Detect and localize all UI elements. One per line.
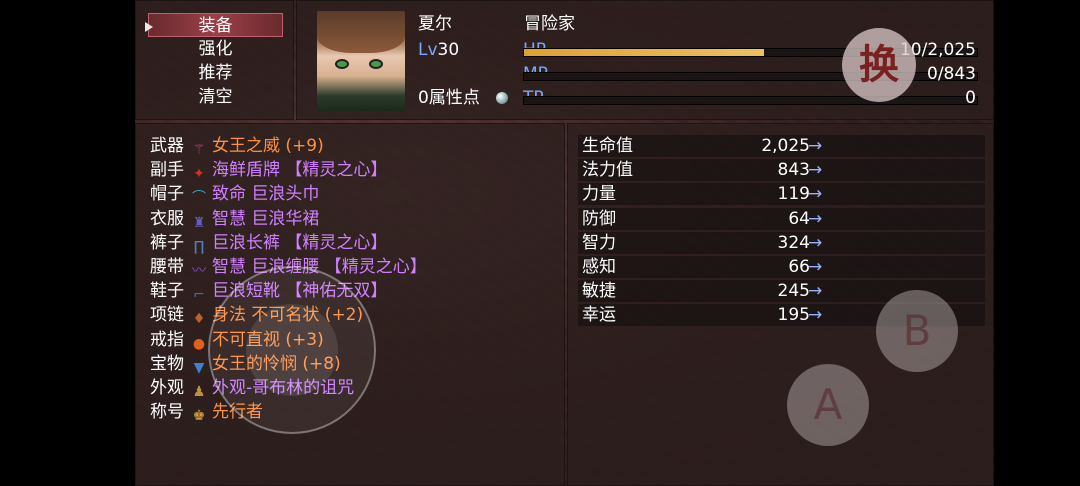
command-enhance[interactable]: 强化 [148, 37, 283, 61]
equip-slot-label: 腰带 [150, 257, 184, 277]
tp-value: 0 [965, 88, 976, 108]
command-equip[interactable]: 装备 [145, 13, 283, 37]
clothes-icon: ♜ [192, 214, 206, 231]
stat-arrow-icon: → [808, 136, 823, 156]
command-label: 装备 [198, 16, 233, 36]
stat-arrow-icon: → [808, 208, 823, 229]
costume-icon: ♟ [192, 384, 206, 400]
equip-slot-label: 副手 [150, 160, 184, 181]
stat-value: 324 [777, 232, 810, 253]
equip-slot-label: 项链 [150, 305, 184, 326]
equip-item-name: 女王之威 (+9) [212, 136, 324, 156]
stat-name: 生命值 [582, 136, 633, 156]
stat-value: 843 [777, 160, 810, 181]
stat-value: 195 [777, 305, 810, 326]
equip-slot-label: 鞋子 [150, 281, 184, 302]
mp-value: 0/843 [927, 64, 976, 84]
equipment-row[interactable]: 衣服 ♜ 智慧 巨浪华裙 [150, 207, 319, 231]
virtual-joystick[interactable] [208, 266, 376, 434]
actor-class: 冒险家 [524, 14, 575, 34]
stat-row: 感知 66 → [578, 256, 985, 278]
command-clear[interactable]: 清空 [148, 85, 283, 109]
hat-icon: ⌒ [192, 190, 206, 207]
stat-value: 64 [788, 208, 810, 229]
tp-gauge [523, 96, 978, 105]
equipment-row[interactable]: 帽子 ⌒ 致命 巨浪头巾 [150, 182, 319, 206]
stat-name: 敏捷 [582, 281, 616, 302]
stat-name: 智力 [582, 232, 616, 253]
equipment-row[interactable]: 副手 ✦ 海鲜盾牌 【精灵之心】 [150, 158, 387, 182]
stat-arrow-icon: → [808, 232, 823, 253]
command-window: 装备 强化 推荐 清空 [135, 0, 294, 120]
equip-item-name: 海鲜盾牌 【精灵之心】 [212, 160, 388, 181]
stat-name: 感知 [582, 257, 616, 277]
joystick-knob[interactable] [246, 304, 338, 396]
stat-row: 法力值 843 → [578, 159, 985, 182]
stat-arrow-icon: → [808, 257, 823, 277]
necklace-icon: ♦ [192, 311, 206, 328]
stat-arrow-icon: → [808, 281, 823, 302]
stat-row: 力量 119 → [578, 183, 985, 206]
command-recommend[interactable]: 推荐 [148, 61, 283, 85]
shield-icon: ✦ [193, 166, 205, 183]
stat-value: 119 [777, 184, 810, 205]
equip-slot-label: 戒指 [150, 329, 184, 350]
equip-slot-label: 武器 [150, 136, 184, 156]
stat-row: 防御 64 → [578, 207, 985, 230]
stat-value: 2,025 [761, 136, 810, 156]
actor-portrait [317, 11, 405, 111]
equip-slot-label: 裤子 [150, 232, 184, 253]
cursor-arrow-icon [145, 22, 153, 32]
stat-row: 生命值 2,025 → [578, 135, 985, 157]
swap-button[interactable]: 换 [842, 28, 916, 102]
attribute-orb-icon [496, 92, 508, 104]
ring-icon: ● [192, 335, 206, 352]
stat-arrow-icon: → [808, 160, 823, 181]
equipment-row[interactable]: 裤子 ∏ 巨浪长裤 【精灵之心】 [150, 231, 387, 255]
stat-name: 法力值 [582, 160, 633, 181]
equip-slot-label: 帽子 [150, 184, 184, 205]
right-letterbox [994, 0, 1080, 486]
stat-arrow-icon: → [808, 305, 823, 326]
stat-arrow-icon: → [808, 184, 823, 205]
equip-item-name: 致命 巨浪头巾 [212, 184, 320, 205]
b-button[interactable]: B [876, 290, 958, 372]
attribute-points: 0属性点 [418, 88, 480, 108]
pants-icon: ∏ [193, 238, 205, 255]
wand-icon: ⚚ [192, 142, 206, 158]
equip-item-name: 智慧 巨浪华裙 [212, 208, 320, 229]
equip-slot-label: 外观 [150, 378, 184, 398]
stat-value: 245 [777, 281, 810, 302]
stat-row: 智力 324 → [578, 231, 985, 254]
boots-icon: ⌐ [193, 287, 205, 304]
left-letterbox [0, 0, 135, 486]
equip-item-name: 巨浪长裤 【精灵之心】 [212, 232, 388, 253]
actor-level: Lv30 [418, 40, 460, 60]
equip-slot-label: 衣服 [150, 208, 184, 229]
treasure-icon: ▼ [193, 359, 205, 376]
stat-name: 幸运 [582, 305, 616, 326]
equip-slot-label: 宝物 [150, 353, 184, 374]
a-button[interactable]: A [787, 364, 869, 446]
stat-name: 力量 [582, 184, 616, 205]
title-icon: ♚ [192, 408, 206, 425]
actor-name: 夏尔 [418, 14, 452, 34]
equipment-row[interactable]: 武器 ⚚ 女王之威 (+9) [150, 134, 324, 158]
stat-value: 66 [788, 257, 810, 277]
equip-slot-label: 称号 [150, 402, 184, 423]
stat-name: 防御 [582, 208, 616, 229]
belt-icon: 〰 [192, 263, 206, 279]
